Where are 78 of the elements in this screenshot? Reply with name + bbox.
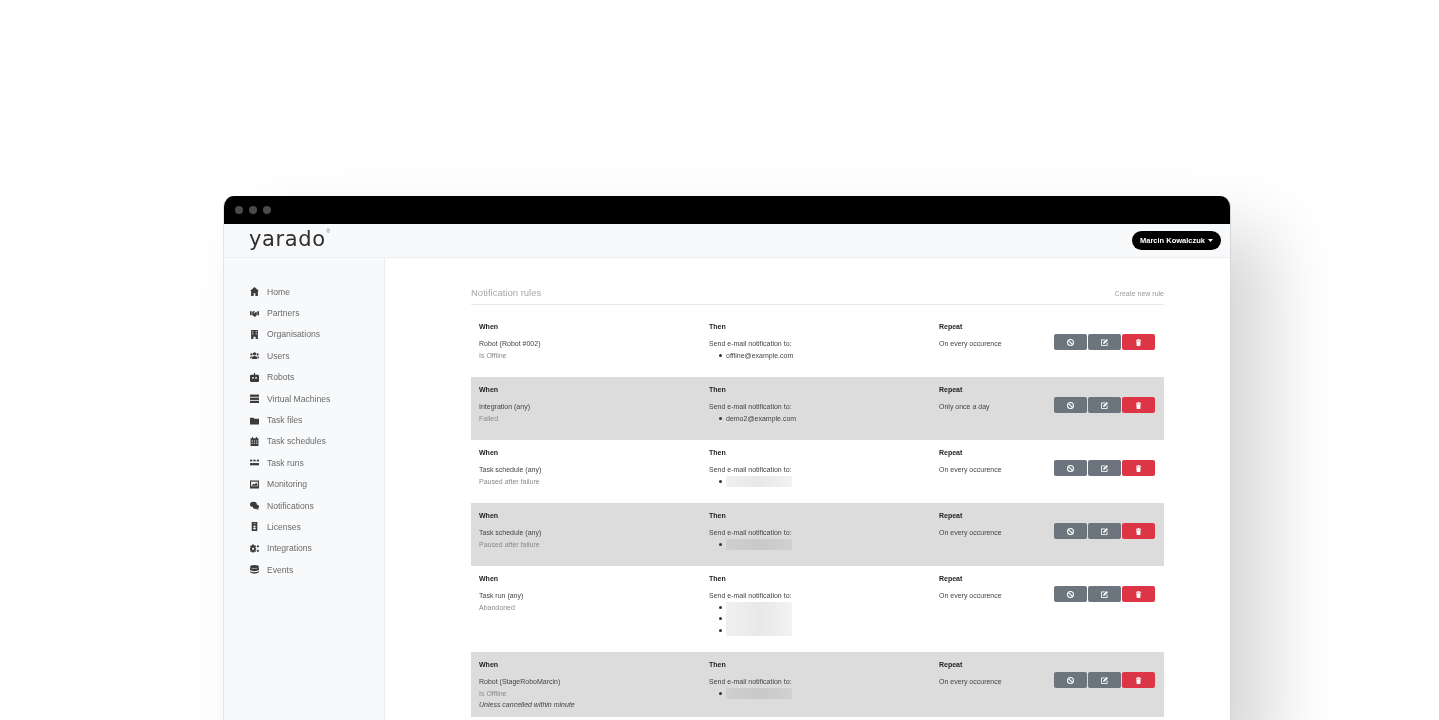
ban-icon: [1067, 527, 1074, 535]
edit-icon: [1101, 676, 1108, 684]
disable-button[interactable]: [1054, 460, 1087, 476]
bullet-icon: [719, 542, 722, 546]
edit-icon: [1101, 401, 1108, 409]
trash-icon: [1135, 527, 1142, 535]
sidebar-item[interactable]: Licenses: [250, 516, 384, 538]
logo-text: yarado: [249, 227, 326, 250]
grid-icon: [250, 458, 259, 468]
house-icon: [250, 287, 259, 297]
folder-icon: [250, 415, 259, 425]
ban-icon: [1067, 590, 1074, 598]
edit-icon: [1101, 338, 1108, 346]
chat-bubbles-icon: [250, 501, 259, 511]
sidebar-item[interactable]: Partners: [250, 302, 384, 324]
trash-icon: [1135, 590, 1142, 598]
edit-button[interactable]: [1088, 334, 1121, 350]
bullet-icon: [719, 628, 722, 632]
robot-icon: [250, 372, 259, 382]
bullet-icon: [719, 353, 722, 357]
bullet-icon: [719, 691, 722, 695]
edit-icon: [1101, 464, 1108, 472]
handshake-icon: [250, 308, 259, 318]
sidebar-item[interactable]: Home: [250, 281, 384, 303]
database-icon: [250, 565, 259, 575]
disable-button[interactable]: [1054, 397, 1087, 413]
sidebar-item[interactable]: Task schedules: [250, 430, 384, 453]
sidebar-item[interactable]: Integrations: [250, 537, 384, 560]
ban-icon: [1067, 338, 1074, 346]
window-dot-icon: [235, 206, 243, 214]
window-dot-icon: [249, 206, 257, 214]
disable-button[interactable]: [1054, 523, 1087, 539]
delete-button[interactable]: [1122, 523, 1155, 539]
sidebar-item[interactable]: Events: [250, 559, 384, 581]
users-icon: [250, 351, 259, 361]
sidebar-item[interactable]: Task files: [250, 409, 384, 431]
disable-button[interactable]: [1054, 334, 1087, 350]
edit-button[interactable]: [1088, 672, 1121, 688]
badge-icon: [250, 522, 259, 532]
delete-button[interactable]: [1122, 672, 1155, 688]
window-dot-icon: [263, 206, 271, 214]
sidebar-item[interactable]: Organisations: [250, 323, 384, 346]
trash-icon: [1135, 338, 1142, 346]
delete-button[interactable]: [1122, 334, 1155, 350]
delete-button[interactable]: [1122, 397, 1155, 413]
edit-icon: [1101, 590, 1108, 598]
page-title: Notification rules: [471, 286, 542, 300]
gears-icon: [250, 543, 259, 553]
sidebar-item[interactable]: Virtual Machines: [250, 387, 384, 410]
ban-icon: [1067, 401, 1074, 409]
caret-icon: [1208, 239, 1213, 242]
edit-button[interactable]: [1088, 523, 1121, 539]
bullet-icon: [719, 479, 722, 483]
delete-button[interactable]: [1122, 586, 1155, 602]
calendar-icon: [250, 436, 259, 446]
ban-icon: [1067, 464, 1074, 472]
trash-icon: [1135, 676, 1142, 684]
trash-icon: [1135, 464, 1142, 472]
edit-button[interactable]: [1088, 586, 1121, 602]
edit-icon: [1101, 527, 1108, 535]
sidebar-item[interactable]: Robots: [250, 366, 384, 388]
building-icon: [250, 329, 259, 339]
bullet-icon: [719, 416, 722, 420]
bullet-icon: [719, 617, 722, 621]
edit-button[interactable]: [1088, 460, 1121, 476]
ban-icon: [1067, 676, 1074, 684]
bullet-icon: [719, 605, 722, 609]
delete-button[interactable]: [1122, 460, 1155, 476]
edit-button[interactable]: [1088, 397, 1121, 413]
sidebar-item[interactable]: Monitoring: [250, 473, 384, 495]
trash-icon: [1135, 401, 1142, 409]
sidebar-item[interactable]: Notifications: [250, 494, 384, 517]
disable-button[interactable]: [1054, 672, 1087, 688]
server-icon: [250, 394, 259, 404]
sidebar-item[interactable]: Users: [250, 345, 384, 367]
disable-button[interactable]: [1054, 586, 1087, 602]
monitor-icon: [250, 479, 259, 489]
sidebar-item[interactable]: Task runs: [250, 452, 384, 474]
